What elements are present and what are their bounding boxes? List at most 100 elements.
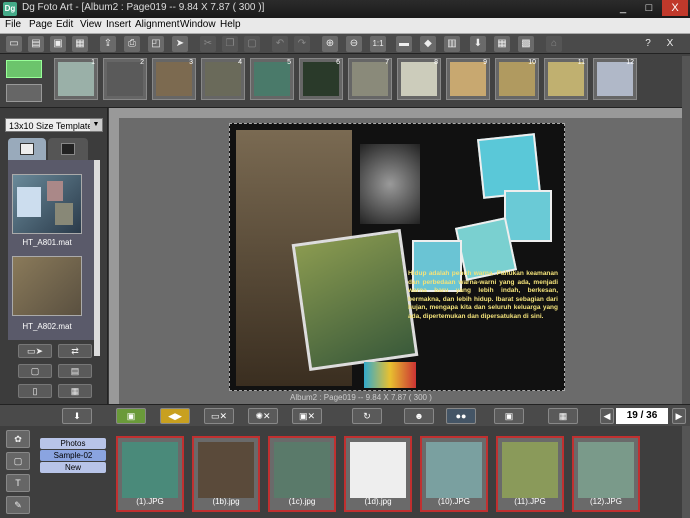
copy-icon[interactable]: ❐ (222, 36, 238, 52)
tab-templates[interactable] (8, 138, 46, 160)
menu-edit[interactable]: Edit (56, 19, 73, 30)
close-button[interactable]: X (662, 0, 688, 16)
camera-icon[interactable] (6, 84, 42, 102)
template-label: HT_A801.mat (22, 238, 72, 247)
help-icon[interactable]: ? (640, 36, 656, 52)
replace-template-button[interactable]: ⇄ (58, 344, 92, 358)
export-icon[interactable]: ⇪ (100, 36, 116, 52)
undo-icon[interactable]: ↶ (272, 36, 288, 52)
page-thumbnail[interactable]: 12 (593, 58, 637, 100)
photo-item[interactable]: (12).JPG (572, 436, 640, 512)
page-thumbnail[interactable]: 1 (54, 58, 98, 100)
menu-window[interactable]: Window (180, 19, 216, 30)
page-thumbnail[interactable]: 4 (201, 58, 245, 100)
full-screen-icon[interactable]: ▥ (444, 36, 460, 52)
page-view-button[interactable] (6, 60, 42, 78)
grid-button[interactable]: ▦ (58, 384, 92, 398)
scan-icon[interactable]: ◰ (148, 36, 164, 52)
maximize-button[interactable]: □ (636, 0, 662, 16)
collage-button[interactable]: ▦ (548, 408, 578, 424)
lock-icon[interactable]: ⌂ (546, 36, 562, 52)
save-icon[interactable]: ▣ (50, 36, 66, 52)
edit-template-button[interactable]: ▤ (58, 364, 92, 378)
canvas-scrollbar[interactable] (682, 56, 690, 404)
color-button[interactable]: ●● (446, 408, 476, 424)
save-as-icon[interactable]: ▦ (72, 36, 88, 52)
prev-page-button[interactable]: ◀ (600, 408, 614, 424)
page-thumbnail[interactable]: 10 (495, 58, 539, 100)
add-photo-button[interactable]: ▣ (116, 408, 146, 424)
photo-item[interactable]: (11).JPG (496, 436, 564, 512)
zoom-out-icon[interactable]: ⊖ (346, 36, 362, 52)
frame-button[interactable]: ▭✕ (204, 408, 234, 424)
page-thumbnail[interactable]: 7 (348, 58, 392, 100)
menu-file[interactable]: File (5, 19, 21, 30)
tray-scrollbar[interactable] (682, 426, 690, 518)
import-icon[interactable]: ⬇ (470, 36, 486, 52)
photo-thumbnail (578, 442, 634, 498)
brush-icon[interactable]: ✎ (6, 496, 30, 514)
print-icon[interactable]: ⎙ (124, 36, 140, 52)
menu-page[interactable]: Page (29, 19, 52, 30)
people-button[interactable]: ☻ (404, 408, 434, 424)
exit-icon[interactable]: X (662, 36, 678, 52)
redo-icon[interactable]: ↷ (294, 36, 310, 52)
text-icon[interactable]: T (6, 474, 30, 492)
photo-item[interactable]: (10).JPG (420, 436, 488, 512)
open-icon[interactable]: ▤ (28, 36, 44, 52)
couple-photo[interactable] (291, 228, 419, 372)
menu-insert[interactable]: Insert (106, 19, 131, 30)
send-icon[interactable]: ➤ (172, 36, 188, 52)
minimize-button[interactable]: _ (610, 0, 636, 16)
page-thumbnail[interactable]: 9 (446, 58, 490, 100)
zoom-in-icon[interactable]: ⊕ (322, 36, 338, 52)
page-thumbnail[interactable]: 2 (103, 58, 147, 100)
tab-clipart[interactable] (48, 138, 88, 160)
chevron-down-icon[interactable]: ▼ (90, 119, 102, 131)
menu-alignment[interactable]: Alignment (135, 19, 179, 30)
cut-icon[interactable]: ✂ (200, 36, 216, 52)
page-thumbnail[interactable]: 5 (250, 58, 294, 100)
menu-help[interactable]: Help (220, 19, 241, 30)
new-icon[interactable]: ▭ (6, 36, 22, 52)
album-photos[interactable]: Photos (40, 438, 106, 449)
photo-item[interactable]: (1).JPG (116, 436, 184, 512)
add-template-button[interactable]: ▭➤ (18, 344, 52, 358)
background-icon[interactable]: ▩ (518, 36, 534, 52)
fit-width-icon[interactable]: ◆ (420, 36, 436, 52)
page-number: 7 (385, 59, 389, 66)
portrait-photo-2[interactable] (504, 190, 552, 242)
paste-icon[interactable]: ▢ (244, 36, 260, 52)
template-thumb-2[interactable] (12, 256, 82, 316)
rotate-button[interactable]: ↻ (352, 408, 382, 424)
page-thumbnail[interactable]: 3 (152, 58, 196, 100)
actual-size-icon[interactable]: 1:1 (370, 36, 386, 52)
swap-button[interactable]: ◀▶ (160, 408, 190, 424)
photo-item[interactable]: (1c).jpg (268, 436, 336, 512)
import-photo-button[interactable]: ⬇ (62, 408, 92, 424)
next-page-button[interactable]: ▶ (672, 408, 686, 424)
template-thumb-1[interactable] (12, 174, 82, 234)
album-page[interactable]: Hidup adalah penuh warna. Pahukan keaman… (229, 123, 565, 391)
delete-photo-button[interactable]: ▣✕ (292, 408, 322, 424)
page-thumbnail[interactable]: 8 (397, 58, 441, 100)
effect-button[interactable]: ✺✕ (248, 408, 278, 424)
menu-view[interactable]: View (80, 19, 102, 30)
template-scrollbar[interactable] (94, 160, 100, 356)
album-sample-02[interactable]: Sample-02 (40, 450, 106, 461)
template-size-select[interactable]: 13x10 Size Templates ▼ (5, 118, 103, 132)
arrange-button[interactable]: ▯ (18, 384, 52, 398)
copy-template-button[interactable]: ▢ (18, 364, 52, 378)
portrait-photo-1[interactable] (477, 133, 541, 199)
frame-icon[interactable]: ▢ (6, 452, 30, 470)
crop-button[interactable]: ▣ (494, 408, 524, 424)
photo-item[interactable]: (1b).jpg (192, 436, 260, 512)
layout-icon[interactable]: ▦ (494, 36, 510, 52)
album-new[interactable]: New (40, 462, 106, 473)
page-thumbnail[interactable]: 6 (299, 58, 343, 100)
palette-icon[interactable]: ✿ (6, 430, 30, 448)
photo-item[interactable]: (1d).jpg (344, 436, 412, 512)
page-thumbnail[interactable]: 11 (544, 58, 588, 100)
fit-page-icon[interactable]: ▬ (396, 36, 412, 52)
page-text-block[interactable]: Hidup adalah penuh warna. Pahukan keaman… (408, 270, 558, 321)
